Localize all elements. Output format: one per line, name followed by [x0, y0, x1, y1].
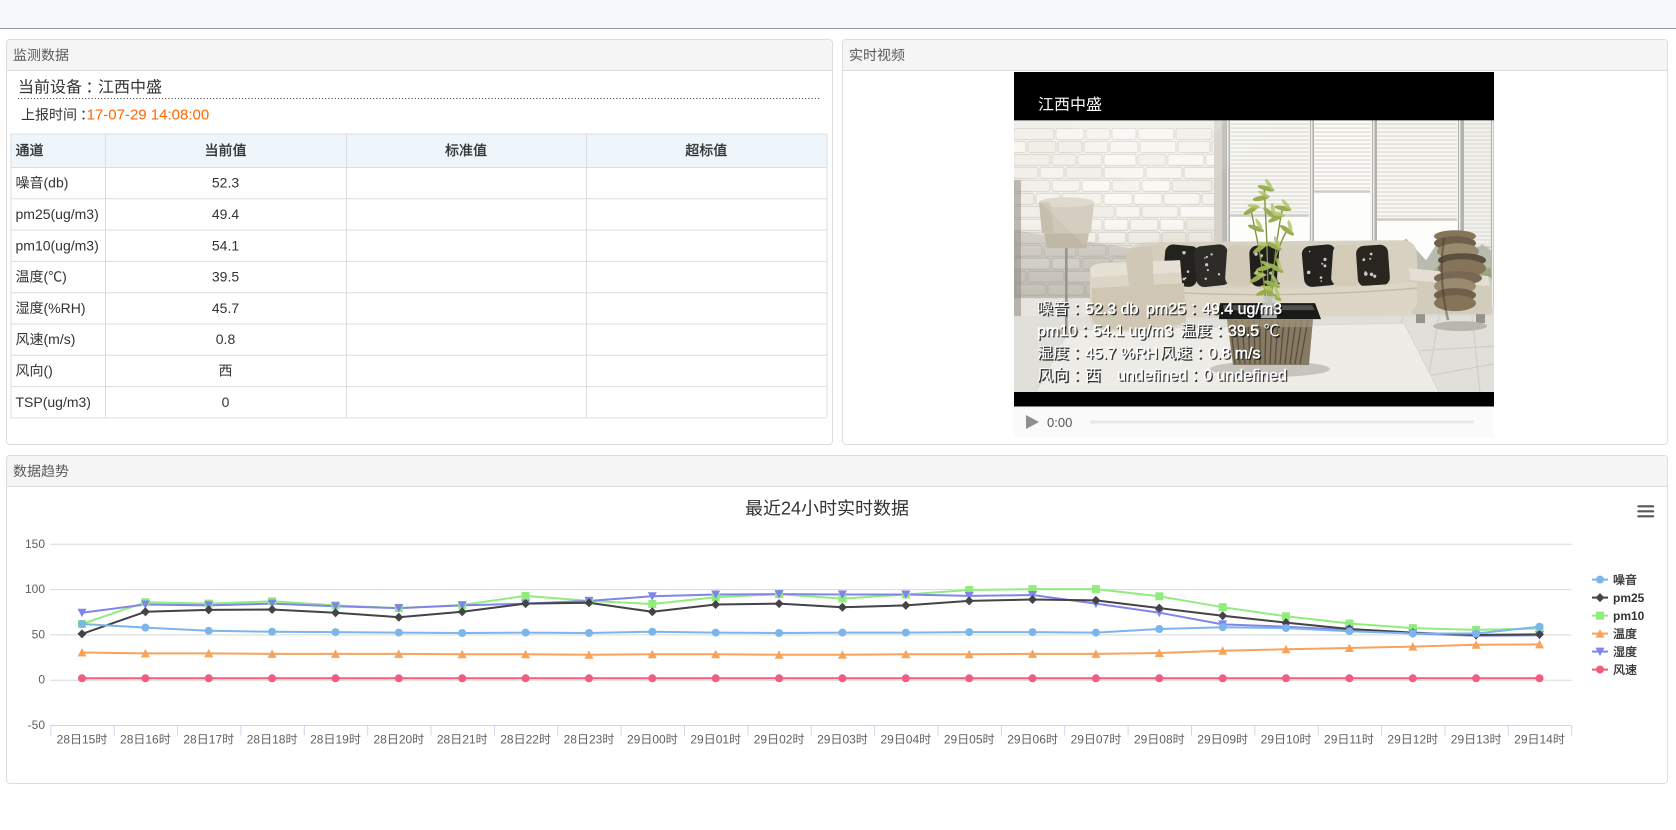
svg-text:29: 29	[1071, 733, 1085, 747]
svg-text:28: 28	[57, 733, 71, 747]
svg-text:29: 29	[1514, 733, 1528, 747]
svg-text:29: 29	[944, 733, 958, 747]
svg-text:02: 02	[779, 733, 793, 747]
svg-text:29: 29	[754, 733, 768, 747]
svg-text:pm10: pm10	[1037, 323, 1077, 340]
svg-text:): )	[62, 269, 67, 285]
svg-text:49.4 ug/m3: 49.4 ug/m3	[1202, 301, 1282, 318]
svg-text:01: 01	[716, 733, 730, 747]
svg-text:18: 18	[272, 733, 286, 747]
svg-text:pm10: pm10	[1613, 609, 1645, 623]
svg-text:(m/s): (m/s)	[44, 331, 76, 347]
svg-text:54.1: 54.1	[212, 237, 239, 253]
svg-text:23: 23	[589, 733, 603, 747]
svg-text:00: 00	[652, 733, 666, 747]
svg-text:19: 19	[335, 733, 349, 747]
svg-text:28: 28	[500, 733, 514, 747]
svg-text:15: 15	[82, 733, 96, 747]
svg-text:0: 0	[38, 673, 45, 687]
svg-text:29: 29	[627, 733, 641, 747]
svg-text:39.5: 39.5	[212, 269, 239, 285]
svg-text:05: 05	[969, 733, 983, 747]
svg-text:pm10(ug/m3): pm10(ug/m3)	[16, 237, 99, 253]
svg-text:52.3 db: 52.3 db	[1085, 301, 1138, 318]
svg-text:0 undefined: 0 undefined	[1203, 368, 1287, 385]
svg-text:pm25: pm25	[1146, 301, 1186, 318]
svg-text:29: 29	[690, 733, 704, 747]
svg-text:52.3: 52.3	[212, 175, 239, 191]
svg-text:06: 06	[1033, 733, 1047, 747]
svg-text:13: 13	[1476, 733, 1490, 747]
svg-text:20: 20	[399, 733, 413, 747]
svg-text:39.5: 39.5	[1228, 323, 1259, 340]
svg-text:-50: -50	[28, 718, 46, 732]
svg-text:17: 17	[209, 733, 223, 747]
svg-text:11: 11	[1349, 733, 1362, 747]
svg-text:07: 07	[1096, 733, 1110, 747]
svg-text:(db): (db)	[44, 175, 69, 191]
svg-text:10: 10	[1286, 733, 1300, 747]
svg-text:0:00: 0:00	[1047, 415, 1072, 430]
svg-text:24: 24	[781, 499, 801, 519]
svg-text:28: 28	[120, 733, 134, 747]
svg-text:04: 04	[906, 733, 920, 747]
svg-text:undefined: undefined	[1117, 368, 1187, 385]
svg-text:29: 29	[1387, 733, 1401, 747]
svg-text:54.1 ug/m3: 54.1 ug/m3	[1093, 323, 1173, 340]
svg-text:12: 12	[1413, 733, 1427, 747]
svg-text:pm25(ug/m3): pm25(ug/m3)	[16, 206, 99, 222]
svg-text:22: 22	[526, 733, 540, 747]
svg-text:0: 0	[222, 394, 230, 410]
svg-text:150: 150	[25, 537, 45, 551]
svg-text:16: 16	[145, 733, 159, 747]
svg-text:17-07-29 14:08:00: 17-07-29 14:08:00	[87, 107, 210, 124]
svg-text:28: 28	[183, 733, 197, 747]
svg-text:21: 21	[462, 733, 476, 747]
svg-text:45.7: 45.7	[212, 300, 239, 316]
svg-text:(%RH): (%RH)	[44, 300, 86, 316]
svg-text:29: 29	[1007, 733, 1021, 747]
svg-text:08: 08	[1159, 733, 1173, 747]
svg-text:0.8: 0.8	[216, 331, 236, 347]
svg-text:(: (	[44, 269, 49, 285]
svg-text:(): ()	[44, 362, 53, 378]
svg-text:100: 100	[25, 582, 45, 596]
svg-text:28: 28	[310, 733, 324, 747]
svg-text:29: 29	[1134, 733, 1148, 747]
svg-text:TSP(ug/m3): TSP(ug/m3)	[16, 394, 91, 410]
svg-text:50: 50	[32, 627, 46, 641]
svg-text:29: 29	[1197, 733, 1211, 747]
svg-text:28: 28	[247, 733, 261, 747]
svg-text:49.4: 49.4	[212, 206, 239, 222]
svg-text:28: 28	[374, 733, 388, 747]
svg-text:29: 29	[880, 733, 894, 747]
svg-text:09: 09	[1223, 733, 1237, 747]
svg-text:29: 29	[817, 733, 831, 747]
svg-text:pm25: pm25	[1613, 591, 1645, 605]
svg-text:0.8 m/s: 0.8 m/s	[1208, 345, 1260, 362]
svg-text:45.7 %RH: 45.7 %RH	[1085, 345, 1158, 362]
svg-text:29: 29	[1451, 733, 1465, 747]
svg-text:29: 29	[1324, 733, 1338, 747]
svg-text:28: 28	[437, 733, 451, 747]
svg-text:28: 28	[564, 733, 578, 747]
svg-text:14: 14	[1540, 733, 1554, 747]
svg-text:03: 03	[842, 733, 856, 747]
svg-text:29: 29	[1261, 733, 1275, 747]
